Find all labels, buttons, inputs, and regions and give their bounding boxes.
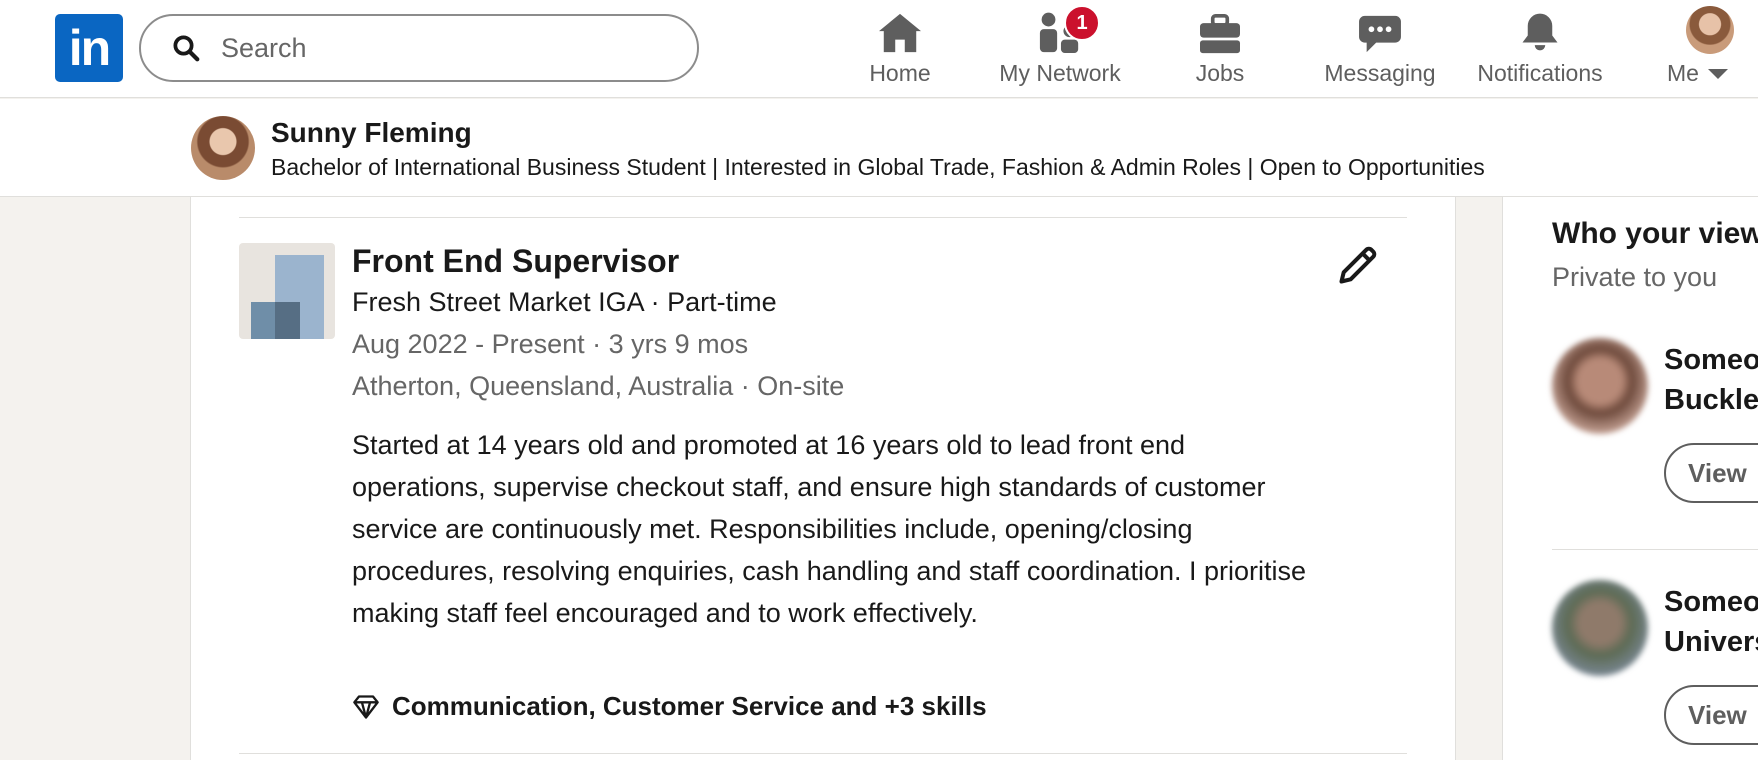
viewer-name-line: Buckley [1664, 384, 1758, 416]
experience-card: Front End Supervisor Fresh Street Market… [190, 197, 1456, 760]
messaging-icon [1359, 15, 1401, 53]
viewer-avatar[interactable] [1552, 338, 1648, 434]
job-dates: Aug 2022 - Present · 3 yrs 9 mos [352, 329, 749, 359]
nav-home-label: Home [869, 60, 931, 86]
profile-headline: Bachelor of International Business Stude… [271, 154, 1485, 180]
me-avatar[interactable] [1686, 6, 1734, 54]
job-location: Atherton, Queensland, Australia · On-sit… [352, 371, 845, 401]
divider-top [239, 217, 1407, 218]
nav-my-network-label: My Network [999, 60, 1121, 86]
company-logo[interactable] [239, 243, 335, 339]
home-icon [879, 13, 921, 53]
diamond-icon [353, 694, 379, 719]
viewer-name-line: Someone at [1664, 586, 1758, 618]
rail-title: Who your viewers [1552, 217, 1758, 250]
rail-divider [1552, 549, 1758, 550]
divider-bottom [239, 753, 1407, 754]
viewer-name-line: Someone at [1664, 344, 1758, 376]
view-button[interactable]: View [1664, 685, 1758, 745]
briefcase-icon [1200, 14, 1240, 54]
job-skills-label: Communication, Customer Service and +3 s… [392, 691, 987, 721]
nav-jobs[interactable]: Jobs [1180, 6, 1260, 92]
profile-name: Sunny Fleming [271, 117, 472, 148]
viewer-avatar[interactable] [1552, 580, 1648, 676]
view-button[interactable]: View [1664, 443, 1758, 503]
job-skills[interactable]: Communication, Customer Service and +3 s… [352, 691, 987, 722]
search-icon [173, 35, 200, 62]
pencil-icon [1339, 246, 1377, 284]
notification-badge: 1 [1064, 5, 1100, 41]
nav-jobs-label: Jobs [1195, 60, 1245, 86]
edit-experience-button[interactable] [1334, 241, 1382, 289]
rail-subtitle: Private to you [1552, 262, 1718, 292]
chevron-down-icon [1707, 68, 1728, 79]
nav-messaging[interactable]: Messaging [1318, 6, 1442, 92]
nav-messaging-label: Messaging [1324, 60, 1436, 86]
nav-my-network[interactable]: 1 My Network [990, 5, 1130, 92]
bell-icon [1522, 13, 1558, 51]
profile-sticky-bar: Sunny Fleming Bachelor of International … [0, 99, 1758, 197]
nav-notifications-label: Notifications [1477, 60, 1603, 86]
job-company: Fresh Street Market IGA · Part-time [352, 287, 777, 317]
who-viewed-rail: Who your viewers Private to you Someone … [1502, 197, 1758, 760]
viewer-name-line: University [1664, 626, 1758, 658]
top-nav: in Home 1 My Network [0, 0, 1758, 98]
job-description: Started at 14 years old and promoted at … [352, 430, 1307, 628]
viewer-name[interactable]: Someone at University [1664, 582, 1758, 662]
search-bar[interactable] [139, 14, 699, 82]
nav-home[interactable]: Home [858, 6, 942, 92]
viewer-name[interactable]: Someone at Buckley [1664, 340, 1758, 420]
nav-notifications[interactable]: Notifications [1468, 6, 1612, 92]
job-title: Front End Supervisor [352, 243, 680, 279]
profile-avatar[interactable] [191, 116, 255, 180]
search-input[interactable] [219, 31, 643, 65]
linkedin-logo[interactable]: in [55, 14, 123, 82]
company-logo-shape [275, 302, 300, 339]
nav-me[interactable]: Me [1662, 6, 1758, 92]
nav-me-label: Me [1667, 60, 1699, 86]
